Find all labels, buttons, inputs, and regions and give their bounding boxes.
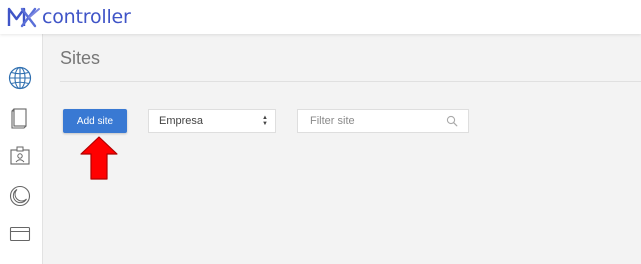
sidebar-item-night-mode[interactable] [8,184,32,208]
moon-icon [9,185,31,207]
sidebar-item-billing[interactable] [8,222,32,246]
logo-text: controller [42,6,131,28]
red-up-arrow-icon [80,136,118,180]
add-site-button[interactable]: Add site [63,109,127,133]
sidebar-item-sites[interactable] [8,66,32,90]
app-logo[interactable]: controller [7,5,131,29]
card-icon [9,226,31,242]
book-icon [11,108,27,129]
sidebar-item-users[interactable] [8,144,32,168]
search-icon[interactable] [446,115,458,127]
id-badge-icon [10,146,30,165]
select-arrows-icon: ▲ ▼ [262,115,268,127]
company-select[interactable]: Empresa ▲ ▼ [148,109,276,133]
page-title: Sites [60,48,101,68]
company-select-value: Empresa [159,115,204,127]
filter-site-input[interactable] [298,110,438,132]
title-divider [60,81,641,82]
main-content: Sites Add site Empresa ▲ ▼ [43,34,641,264]
top-bar: controller [0,0,641,34]
filter-site-box [297,109,469,133]
sidebar [0,34,43,264]
sidebar-item-documents[interactable] [8,106,32,130]
logo-mark-icon [7,7,40,28]
globe-icon [8,66,32,90]
